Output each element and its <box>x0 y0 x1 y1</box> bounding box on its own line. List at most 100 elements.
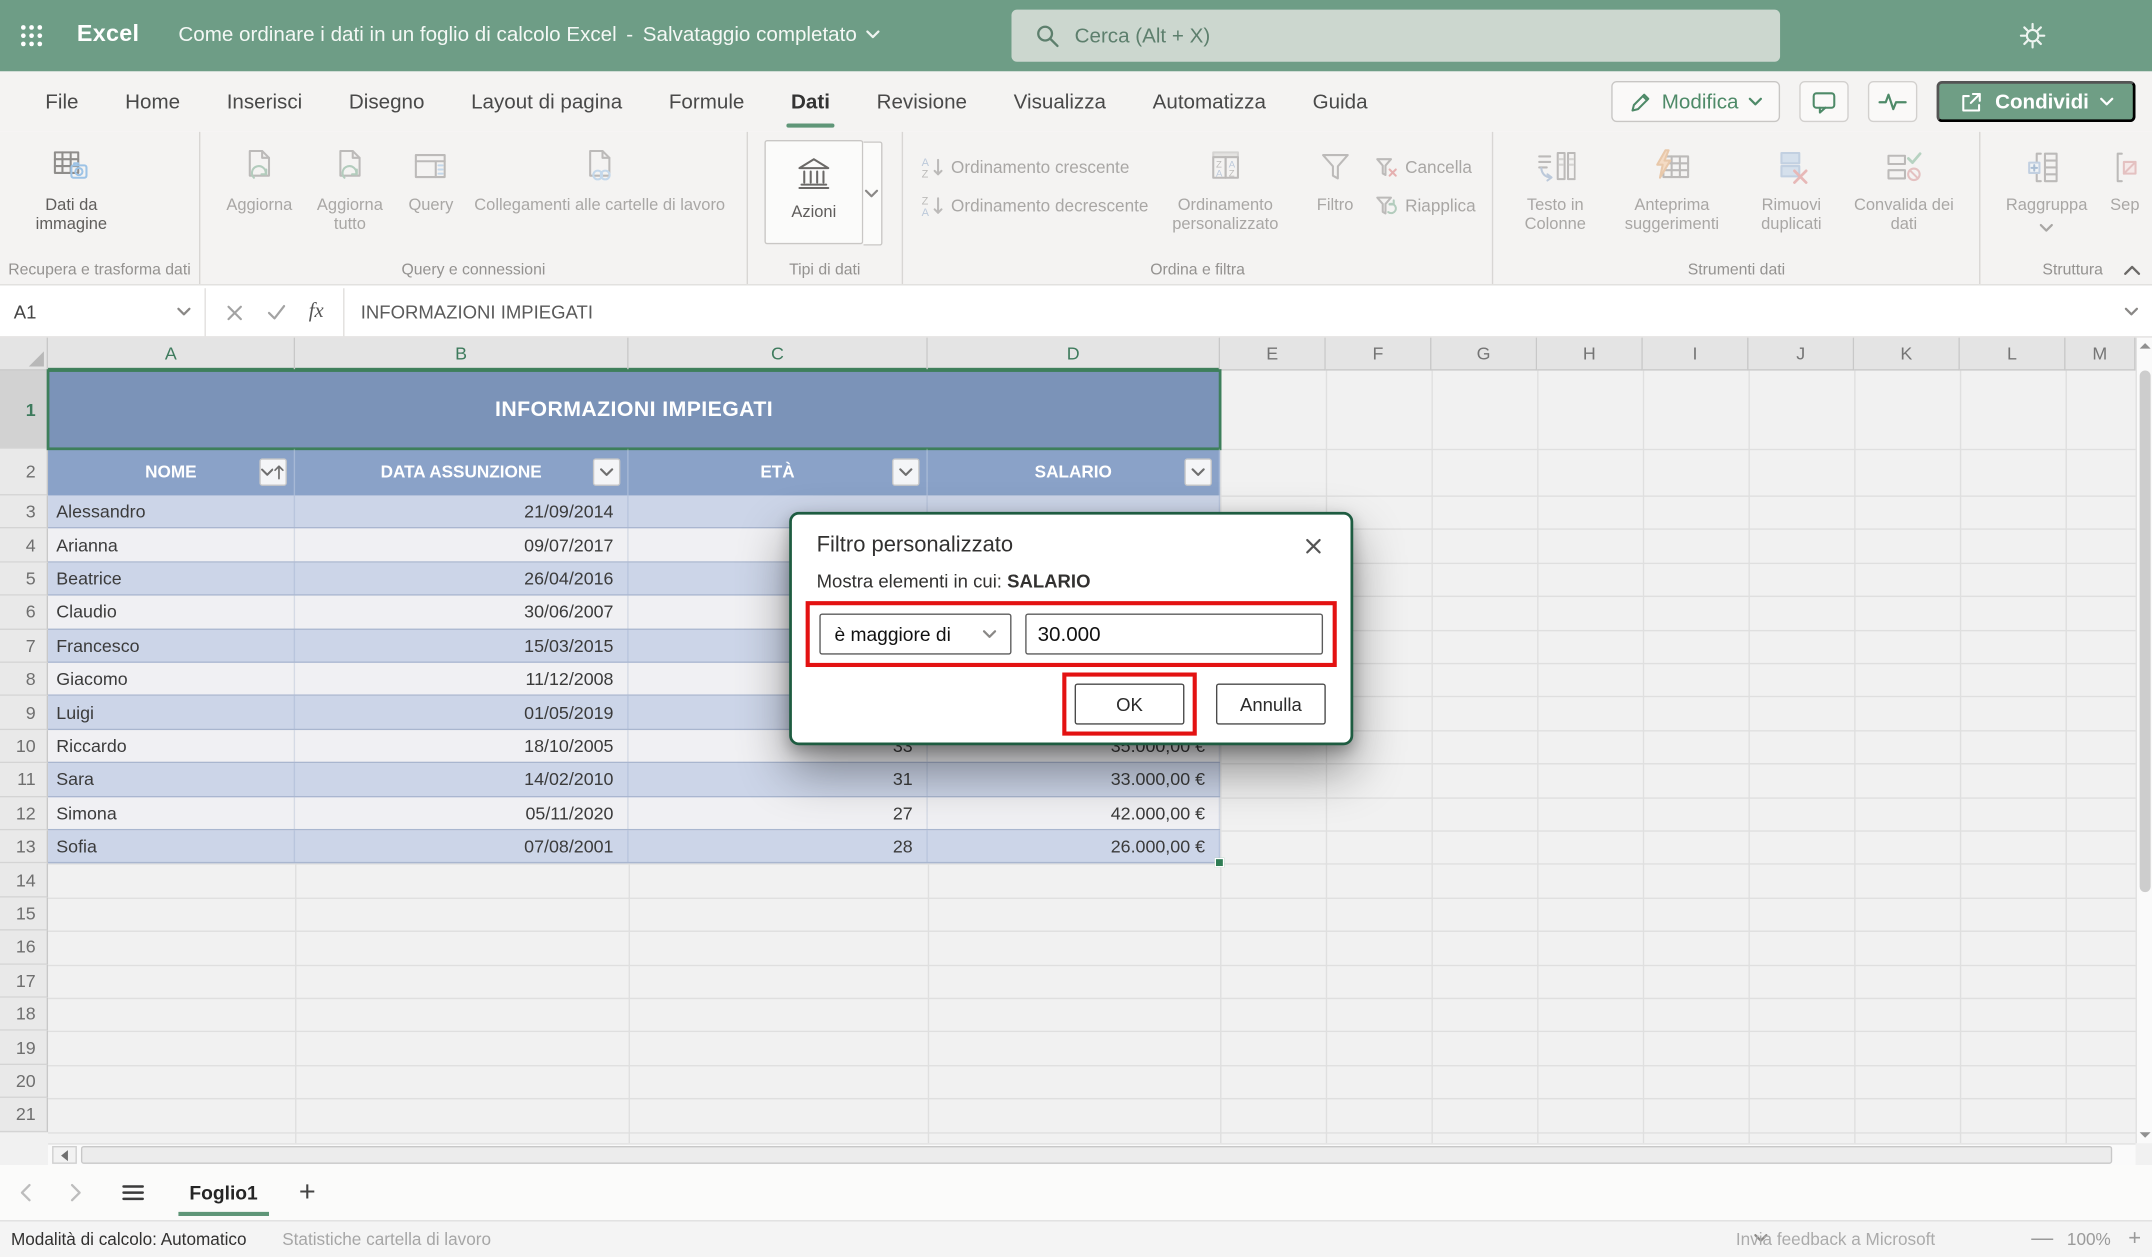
formula-content[interactable]: INFORMAZIONI IMPIEGATI <box>344 302 2124 323</box>
column-header-E[interactable]: E <box>1220 338 1326 371</box>
cell-date[interactable]: 14/02/2010 <box>295 763 629 795</box>
tab-formule[interactable]: Formule <box>646 71 768 131</box>
row-header-8[interactable]: 8 <box>0 663 48 696</box>
add-sheet-plus-icon[interactable]: + <box>299 1179 316 1206</box>
column-header-L[interactable]: L <box>1960 338 2066 371</box>
cell-name[interactable]: Luigi <box>48 696 295 728</box>
feedback-link[interactable]: Invia feedback a Microsoft <box>1736 1230 1935 1249</box>
cell-date[interactable]: 07/08/2001 <box>295 830 629 862</box>
scroll-left-arrow-icon[interactable] <box>52 1146 77 1164</box>
tab-disegno[interactable]: Disegno <box>326 71 448 131</box>
table-header-salario[interactable]: SALARIO <box>928 449 1220 496</box>
row-header-2[interactable]: 2 <box>0 449 48 496</box>
zoom-level[interactable]: 100% <box>2067 1230 2111 1249</box>
gear-icon[interactable] <box>2018 21 2048 51</box>
cell-name[interactable]: Beatrice <box>48 562 295 594</box>
cell-date[interactable]: 15/03/2015 <box>295 629 629 661</box>
ribbon-button-azioni[interactable]: Azioni <box>764 140 863 244</box>
column-header-J[interactable]: J <box>1749 338 1855 371</box>
tab-file[interactable]: File <box>22 71 102 131</box>
cancel-button[interactable]: Annulla <box>1216 683 1326 724</box>
app-launcher-waffle-icon[interactable] <box>19 23 44 48</box>
row-header-14[interactable]: 14 <box>0 864 48 897</box>
horizontal-scroll-thumb[interactable] <box>81 1146 2112 1164</box>
column-header-I[interactable]: I <box>1643 338 1749 371</box>
filter-dropdown-button[interactable] <box>1184 458 1211 485</box>
insert-function-fx-button[interactable]: fx <box>309 301 324 324</box>
comments-button[interactable] <box>1799 81 1848 122</box>
tab-automatizza[interactable]: Automatizza <box>1129 71 1289 131</box>
tab-inserisci[interactable]: Inserisci <box>203 71 325 131</box>
row-header-20[interactable]: 20 <box>0 1065 48 1098</box>
row-header-7[interactable]: 7 <box>0 629 48 662</box>
filter-value-input[interactable] <box>1025 613 1323 654</box>
zoom-in-button[interactable]: + <box>2128 1227 2141 1252</box>
cell-name[interactable]: Claudio <box>48 596 295 628</box>
cell-salario[interactable]: 33.000,00 € <box>928 763 1220 795</box>
cell-name[interactable]: Simona <box>48 797 295 829</box>
row-header-10[interactable]: 10 <box>0 730 48 763</box>
table-header-nome[interactable]: NOME <box>48 449 295 496</box>
fill-handle[interactable] <box>1215 858 1225 868</box>
cell-name[interactable]: Arianna <box>48 529 295 561</box>
cell-eta[interactable]: 27 <box>629 797 928 829</box>
row-header-12[interactable]: 12 <box>0 797 48 830</box>
cell-name[interactable]: Giacomo <box>48 663 295 695</box>
cell-salario[interactable]: 26.000,00 € <box>928 830 1220 862</box>
tab-dati[interactable]: Dati <box>768 71 854 131</box>
column-header-H[interactable]: H <box>1537 338 1643 371</box>
expand-formula-bar-chevron-icon[interactable] <box>2125 307 2152 317</box>
cell-eta[interactable]: 28 <box>629 830 928 862</box>
collapse-ribbon-chevron-up-icon[interactable] <box>2123 265 2141 276</box>
name-box[interactable]: A1 <box>0 288 206 336</box>
tab-visualizza[interactable]: Visualizza <box>990 71 1129 131</box>
cell-date[interactable]: 21/09/2014 <box>295 495 629 527</box>
search-input[interactable]: Cerca (Alt + X) <box>1011 10 1780 62</box>
column-header-M[interactable]: M <box>2066 338 2136 371</box>
table-header-data-assunzione[interactable]: DATA ASSUNZIONE <box>295 449 629 496</box>
calc-mode-status[interactable]: Modalità di calcolo: Automatico <box>11 1230 247 1249</box>
row-header-3[interactable]: 3 <box>0 495 48 528</box>
vertical-scroll-thumb[interactable] <box>2140 371 2151 893</box>
ribbon-button-dati-da-immagine[interactable]: Dati da immagine <box>16 140 126 233</box>
cell-date[interactable]: 30/06/2007 <box>295 596 629 628</box>
row-header-11[interactable]: 11 <box>0 763 48 796</box>
modifica-mode-button[interactable]: Modifica <box>1611 81 1780 122</box>
column-header-K[interactable]: K <box>1854 338 1960 371</box>
cell-name[interactable]: Sofia <box>48 830 295 862</box>
filter-dropdown-button[interactable] <box>593 458 620 485</box>
tab-layout-di-pagina[interactable]: Layout di pagina <box>448 71 646 131</box>
select-all-corner[interactable] <box>0 338 48 371</box>
filter-operator-select[interactable]: è maggiore di <box>819 613 1011 654</box>
column-header-F[interactable]: F <box>1326 338 1432 371</box>
column-header-B[interactable]: B <box>295 338 629 371</box>
scroll-down-arrow-icon[interactable] <box>2138 1130 2152 1141</box>
row-header-1[interactable]: 1 <box>0 371 48 449</box>
document-title[interactable]: Come ordinare i dati in un foglio di cal… <box>178 23 880 46</box>
row-header-16[interactable]: 16 <box>0 931 48 964</box>
condividi-share-button[interactable]: Condividi <box>1936 81 2135 122</box>
row-header-6[interactable]: 6 <box>0 596 48 629</box>
row-header-9[interactable]: 9 <box>0 696 48 729</box>
scroll-up-arrow-icon[interactable] <box>2138 340 2152 351</box>
cell-eta[interactable]: 31 <box>629 763 928 795</box>
chevron-down-icon[interactable] <box>863 141 882 245</box>
ok-button[interactable]: OK <box>1075 683 1185 724</box>
cell-salario[interactable]: 42.000,00 € <box>928 797 1220 829</box>
table-header-età[interactable]: ETÀ <box>629 449 928 496</box>
cell-name[interactable]: Sara <box>48 763 295 795</box>
cell-date[interactable]: 05/11/2020 <box>295 797 629 829</box>
cell-name[interactable]: Riccardo <box>48 730 295 762</box>
row-header-13[interactable]: 13 <box>0 830 48 863</box>
row-header-5[interactable]: 5 <box>0 562 48 595</box>
cell-name[interactable]: Francesco <box>48 629 295 661</box>
cell-date[interactable]: 09/07/2017 <box>295 529 629 561</box>
cell-date[interactable]: 01/05/2019 <box>295 696 629 728</box>
close-icon[interactable] <box>1301 534 1326 559</box>
sheet-list-hamburger-icon[interactable] <box>102 1183 165 1202</box>
row-header-18[interactable]: 18 <box>0 998 48 1031</box>
tab-revisione[interactable]: Revisione <box>853 71 990 131</box>
row-header-21[interactable]: 21 <box>0 1098 48 1131</box>
row-header-19[interactable]: 19 <box>0 1031 48 1064</box>
column-header-D[interactable]: D <box>928 338 1220 371</box>
